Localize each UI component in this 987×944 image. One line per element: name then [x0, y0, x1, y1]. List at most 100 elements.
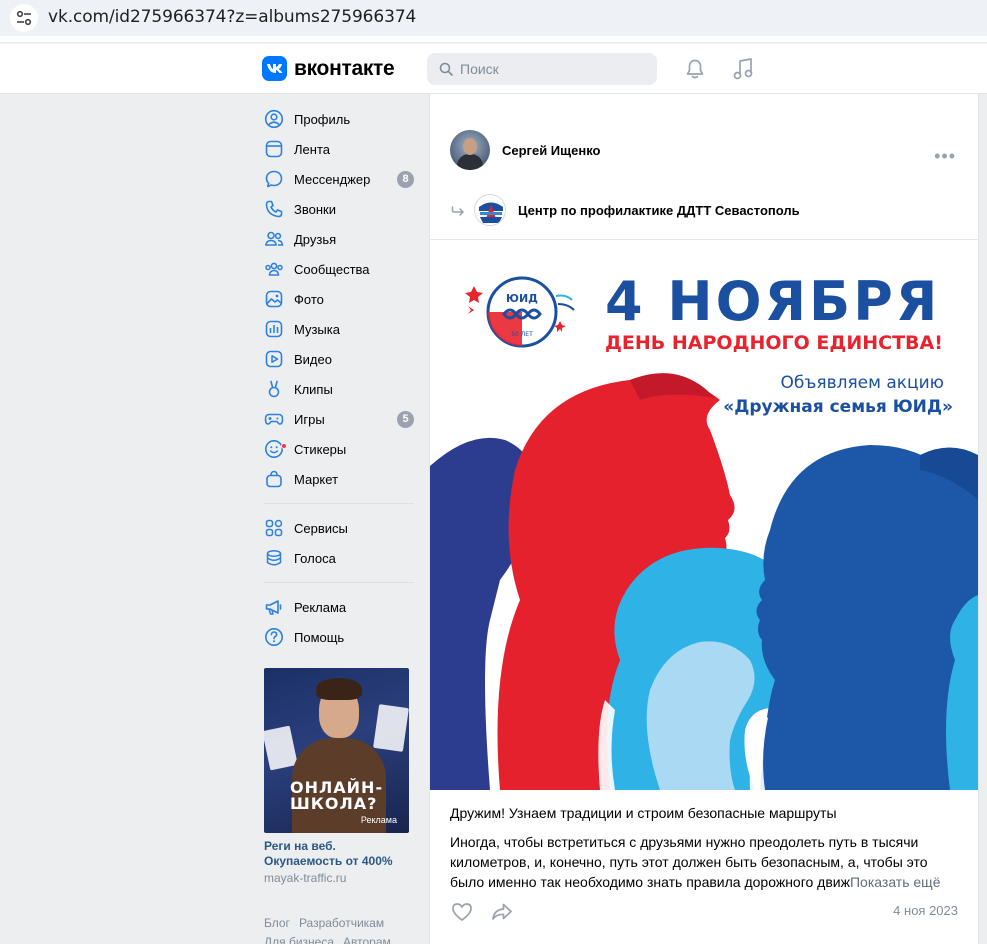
chat-bubble-icon: [264, 169, 284, 189]
nav-item-votes[interactable]: Голоса: [262, 543, 414, 573]
nav-label: Лента: [294, 141, 330, 157]
coins-icon: [264, 548, 284, 568]
repost-arrow-icon: [451, 206, 464, 216]
new-indicator-dot: [281, 443, 287, 449]
share-arrow-icon[interactable]: [491, 902, 513, 922]
notifications-bell-icon[interactable]: [684, 58, 706, 80]
games-count-badge: 5: [397, 410, 414, 428]
ad-image[interactable]: ОНЛАЙН-ШКОЛА? Реклама: [264, 668, 409, 833]
group-name[interactable]: Центр по профилактике ДДТТ Севастополь: [518, 203, 800, 218]
help-question-icon: [264, 627, 284, 647]
poster-line1: Объявляем акцию: [780, 373, 944, 393]
logo-text: ЮИД: [506, 292, 538, 305]
nav-label: Стикеры: [294, 441, 347, 457]
video-icon: [264, 349, 284, 369]
repost-source[interactable]: Центр по профилактике ДДТТ Севастополь: [450, 194, 800, 226]
group-avatar[interactable]: [474, 194, 506, 226]
nav-label: Реклама: [294, 599, 347, 615]
feed-icon: [264, 139, 284, 159]
megaphone-icon: [264, 597, 284, 617]
nav-label: Профиль: [294, 111, 351, 127]
footer-link-blog[interactable]: Блог: [264, 916, 290, 930]
search-input[interactable]: Поиск: [427, 53, 657, 85]
left-sidebar-nav: Профиль Лента Мессенджер 8 Звонки Друзья…: [262, 104, 414, 652]
music-note-icon[interactable]: [732, 57, 754, 81]
nav-label: Игры: [294, 411, 325, 427]
phone-icon: [264, 199, 284, 219]
ad-headline[interactable]: Реги на веб. Окупаемость от 400%: [264, 839, 409, 869]
show-more-link[interactable]: Показать ещё: [849, 874, 941, 890]
nav-item-games[interactable]: Игры 5: [262, 404, 414, 434]
photo-icon: [264, 289, 284, 309]
nav-item-music[interactable]: Музыка: [262, 314, 414, 344]
ad-decor-card: [264, 725, 298, 771]
shopping-bag-icon: [264, 469, 284, 489]
sidebar-ad[interactable]: ОНЛАЙН-ШКОЛА? Реклама Реги на веб. Окупае…: [264, 668, 409, 885]
poster-line2: «Дружная семья ЮИД»: [723, 397, 953, 417]
communities-icon: [264, 259, 284, 279]
ad-decor-card: [373, 704, 409, 752]
nav-label: Видео: [294, 351, 332, 367]
footer-link-authors[interactable]: Авторам: [343, 935, 391, 944]
nav-item-video[interactable]: Видео: [262, 344, 414, 374]
footer-links: Блог Разработчикам Для бизнеса Авторам: [264, 914, 414, 944]
nav-item-calls[interactable]: Звонки: [262, 194, 414, 224]
nav-label: Мессенджер: [294, 171, 371, 187]
nav-divider: [264, 582, 414, 583]
author-avatar[interactable]: [450, 130, 490, 170]
sticker-smile-icon: [264, 439, 287, 459]
nav-item-ads[interactable]: Реклама: [262, 592, 414, 622]
unread-count-badge: 8: [397, 170, 414, 188]
nav-item-communities[interactable]: Сообщества: [262, 254, 414, 284]
nav-label: Клипы: [294, 381, 333, 397]
author-name[interactable]: Сергей Ищенко: [502, 143, 600, 158]
site-header: вконтакте Поиск: [0, 44, 987, 94]
nav-label: Фото: [294, 291, 324, 307]
nav-item-messenger[interactable]: Мессенджер 8: [262, 164, 414, 194]
nav-item-stickers[interactable]: Стикеры: [262, 434, 414, 464]
poster-title: 4 НОЯБРЯ: [605, 270, 941, 333]
clips-icon: [264, 379, 284, 399]
nav-item-help[interactable]: Помощь: [262, 622, 414, 652]
yuid-50-years-logo: ЮИД 50 ЛЕТ: [465, 276, 575, 348]
site-settings-icon[interactable]: [10, 4, 38, 32]
nav-item-services[interactable]: Сервисы: [262, 513, 414, 543]
nav-item-clips[interactable]: Клипы: [262, 374, 414, 404]
nav-divider: [264, 503, 414, 504]
nav-label: Сервисы: [294, 520, 348, 536]
avatar-body: [457, 154, 483, 170]
post-text-body: Иногда, чтобы встретиться с друзьями нуж…: [450, 832, 964, 892]
profile-icon: [264, 109, 284, 129]
post-image[interactable]: ЮИД 50 ЛЕТ 4 НОЯБРЯ ДЕНЬ НАРОДНОГО ЕДИНС…: [430, 240, 978, 790]
vk-logo-text: вконтакте: [294, 56, 395, 80]
group-emblem-icon: [476, 196, 505, 225]
ad-sponsored-tag: Реклама: [360, 815, 397, 825]
ad-image-title: ОНЛАЙН-ШКОЛА?: [290, 778, 384, 813]
footer-link-developers[interactable]: Разработчикам: [299, 916, 384, 930]
footer-link-business[interactable]: Для бизнеса: [264, 935, 334, 944]
nav-label: Помощь: [294, 629, 345, 645]
nav-item-market[interactable]: Маркет: [262, 464, 414, 494]
nav-item-feed[interactable]: Лента: [262, 134, 414, 164]
services-grid-icon: [264, 518, 284, 538]
gamepad-icon: [264, 409, 284, 429]
like-heart-icon[interactable]: [451, 902, 473, 922]
nav-item-friends[interactable]: Друзья: [262, 224, 414, 254]
avatar-face: [463, 138, 477, 155]
address-field[interactable]: vk.com/id275966374?z=albums275966374: [0, 0, 987, 36]
search-icon: [439, 62, 453, 76]
poster-subtitle: ДЕНЬ НАРОДНОГО ЕДИНСТВА!: [605, 332, 943, 354]
url-text[interactable]: vk.com/id275966374?z=albums275966374: [48, 7, 416, 27]
vk-logo[interactable]: вконтакте: [262, 56, 395, 81]
nav-item-photos[interactable]: Фото: [262, 284, 414, 314]
post-date[interactable]: 4 ноя 2023: [893, 903, 958, 918]
nav-label: Друзья: [294, 231, 337, 247]
post-card: Сергей Ищенко ••• Центр по профилактике …: [429, 94, 979, 944]
ad-headline-line1: Реги на веб.: [264, 839, 336, 853]
browser-address-bar: vk.com/id275966374?z=albums275966374: [0, 0, 987, 42]
post-author[interactable]: Сергей Ищенко: [450, 130, 600, 170]
nav-item-profile[interactable]: Профиль: [262, 104, 414, 134]
ad-headline-line2: Окупаемость от 400%: [264, 854, 393, 868]
ad-domain[interactable]: mayak-traffic.ru: [264, 871, 409, 885]
more-options-icon[interactable]: •••: [934, 146, 956, 167]
